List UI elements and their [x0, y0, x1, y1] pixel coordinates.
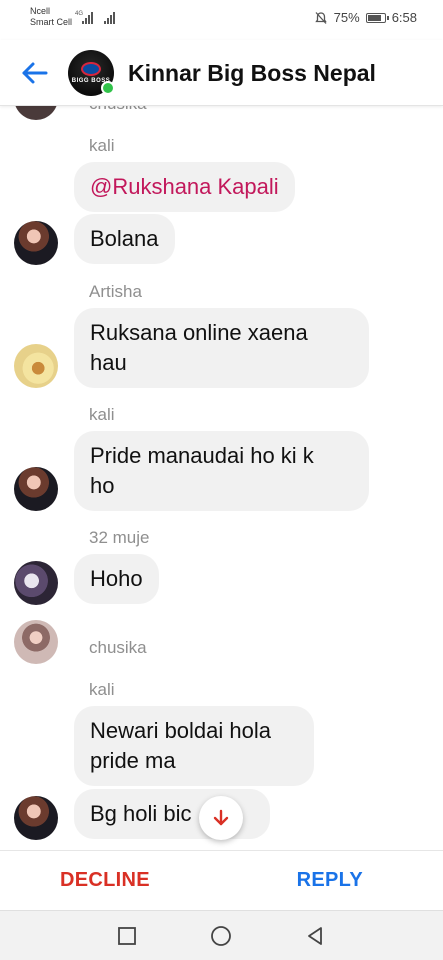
request-actions-bar: DECLINE REPLY: [0, 850, 443, 910]
sender-avatar[interactable]: [14, 620, 58, 664]
sender-avatar[interactable]: [14, 561, 58, 605]
message-text-line: pride ma: [90, 748, 176, 773]
sender-avatar[interactable]: [14, 344, 58, 388]
group-title[interactable]: Kinnar Big Boss Nepal: [128, 60, 376, 87]
sender-name: chusika: [89, 106, 147, 114]
status-right: 75% 6:58: [314, 10, 417, 25]
message-text-line: hau: [90, 350, 127, 375]
online-status-dot: [101, 81, 115, 95]
message-bubble[interactable]: Newari boldai hola pride ma: [74, 706, 314, 786]
chat-header: BIGG BOSS Kinnar Big Boss Nepal: [0, 40, 443, 106]
mute-bell-icon: [314, 11, 327, 24]
carrier-name-1: Ncell: [30, 6, 51, 16]
decline-button[interactable]: DECLINE: [60, 869, 150, 892]
sender-name: kali: [89, 680, 115, 699]
message-bubble[interactable]: Bolana: [74, 214, 175, 264]
message-text-line: Ruksana online xaena: [90, 320, 308, 345]
message-bubble[interactable]: Pride manaudai ho ki k ho: [74, 431, 369, 511]
message-bubble[interactable]: Ruksana online xaena hau: [74, 308, 369, 388]
back-arrow-icon: [22, 62, 48, 84]
message-list[interactable]: chusika kali @Rukshana Kapali Bolana Art…: [0, 106, 443, 850]
signal-icon: [82, 12, 93, 24]
mention-link[interactable]: @Rukshana Kapali: [90, 174, 279, 199]
message-text: Bolana: [90, 226, 159, 251]
back-button[interactable]: [18, 56, 52, 90]
message-bubble[interactable]: Hoho: [74, 554, 159, 604]
message-text: Bg holi bic: [90, 801, 192, 826]
system-nav-bar: [0, 910, 443, 960]
sender-name: kali: [89, 136, 115, 155]
message-bubble[interactable]: @Rukshana Kapali: [74, 162, 295, 212]
sender-name: chusika: [89, 638, 147, 657]
signal-icon-2: [104, 12, 115, 24]
bigg-boss-eye-logo-icon: [81, 62, 101, 76]
sender-avatar[interactable]: [14, 796, 58, 840]
status-bar: Ncell Smart Cell 4G 75% 6:58: [0, 0, 443, 40]
square-icon[interactable]: [115, 924, 139, 948]
scroll-down-arrow-icon: [213, 809, 229, 826]
battery-icon: [365, 12, 389, 23]
reply-button[interactable]: REPLY: [297, 869, 363, 892]
message-text: Hoho: [90, 566, 143, 591]
message-text-line: Pride manaudai ho ki k: [90, 443, 314, 468]
battery-percent: 75%: [333, 10, 360, 25]
scroll-to-bottom-button[interactable]: [199, 796, 243, 840]
sender-name: kali: [89, 405, 115, 424]
sender-name: 32 muje: [89, 528, 150, 547]
message-text-line: ho: [90, 473, 115, 498]
carrier-labels: Ncell Smart Cell: [30, 6, 72, 28]
sender-avatar[interactable]: [14, 221, 58, 265]
carrier-name-2: Smart Cell: [30, 17, 73, 27]
sender-name: Artisha: [89, 282, 142, 301]
sender-avatar[interactable]: [14, 467, 58, 511]
message-text-line: Newari boldai hola: [90, 718, 271, 743]
sender-avatar[interactable]: [14, 106, 58, 120]
clock-time: 6:58: [391, 10, 417, 25]
circle-icon[interactable]: [209, 924, 233, 948]
group-avatar[interactable]: BIGG BOSS: [68, 50, 115, 96]
triangle-back-icon[interactable]: [303, 924, 327, 948]
